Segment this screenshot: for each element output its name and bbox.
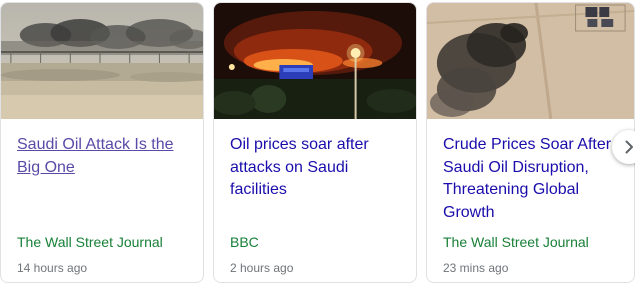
news-timestamp: 2 hours ago	[230, 261, 294, 275]
news-timestamp: 14 hours ago	[17, 261, 88, 275]
news-thumbnail[interactable]	[214, 3, 416, 119]
news-carousel: Saudi Oil Attack Is the Big One The Wall…	[0, 0, 635, 285]
news-card[interactable]: Oil prices soar after attacks on Saudi f…	[213, 2, 417, 283]
news-headline-link[interactable]: Crude Prices Soar After Saudi Oil Disrup…	[443, 134, 622, 224]
news-card[interactable]: Saudi Oil Attack Is the Big One The Wall…	[0, 2, 204, 283]
news-source: The Wall Street Journal	[443, 234, 589, 250]
chevron-right-icon	[625, 140, 633, 154]
news-source: The Wall Street Journal	[17, 234, 163, 250]
news-headline-link[interactable]: Oil prices soar after attacks on Saudi f…	[230, 134, 404, 202]
news-headline-link[interactable]: Saudi Oil Attack Is the Big One	[17, 134, 191, 179]
news-thumbnail[interactable]	[427, 3, 634, 119]
news-thumbnail[interactable]	[1, 3, 203, 119]
news-timestamp: 23 mins ago	[443, 261, 509, 275]
news-source: BBC	[230, 234, 259, 250]
news-card[interactable]: Crude Prices Soar After Saudi Oil Disrup…	[426, 2, 635, 283]
